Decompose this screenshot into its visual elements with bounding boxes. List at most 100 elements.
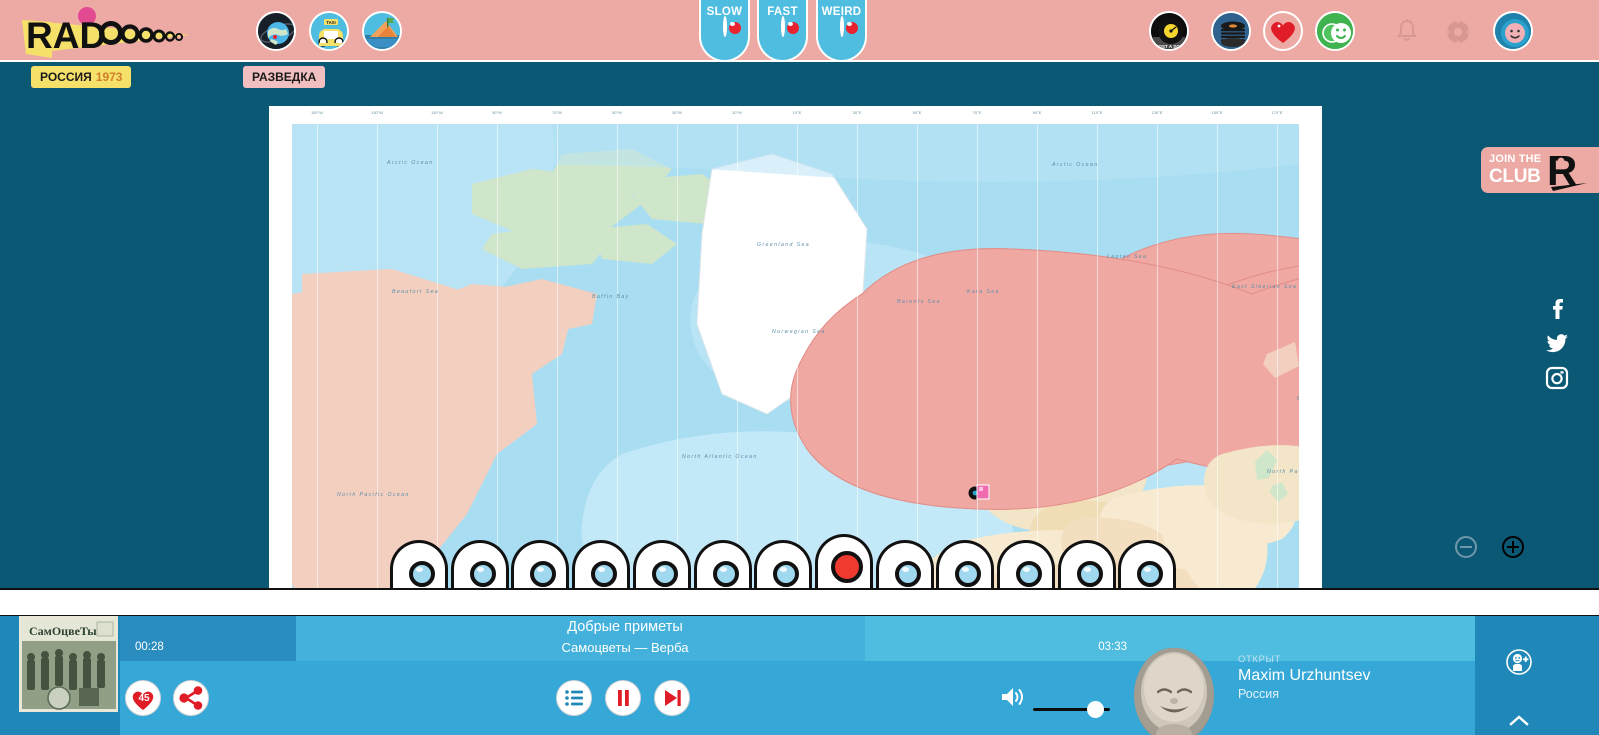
decade-indicator	[1076, 561, 1103, 587]
decade-indicator	[894, 561, 921, 587]
gear-icon[interactable]	[1442, 16, 1474, 48]
volume-knob[interactable]	[1086, 701, 1104, 718]
playlist-button[interactable]	[556, 680, 592, 716]
next-button[interactable]	[654, 680, 690, 716]
track-title: Добрые приметы	[567, 619, 683, 635]
time-total: 03:33	[1098, 641, 1127, 653]
taxi-icon[interactable]: TAXI	[309, 11, 349, 51]
map-longitude-tick: 50°W	[612, 110, 622, 115]
join-the-club-button[interactable]: JOIN THE CLUB R	[1481, 147, 1599, 193]
social-links	[1536, 292, 1599, 396]
add-friend-icon[interactable]	[1506, 649, 1532, 675]
time-current: 00:28	[135, 641, 164, 653]
decade-indicator	[409, 561, 435, 587]
filter-tag-country[interactable]: РОССИЯ 1973	[31, 66, 132, 88]
map-ocean-label: North Pacific Ocean	[1267, 469, 1299, 475]
progress-played	[120, 616, 297, 661]
map-ocean-label: East Siberian Sea	[1232, 284, 1298, 290]
heart-icon[interactable]	[1263, 11, 1303, 51]
map-ocean-label: North Atlantic Ocean	[682, 454, 758, 460]
map-longitude-tick: 110°W	[431, 110, 443, 115]
decade-indicator	[773, 561, 800, 587]
user-avatar-photo[interactable]	[1134, 648, 1214, 735]
join-club-line1: JOIN THE	[1489, 153, 1542, 165]
pause-button[interactable]	[605, 680, 641, 716]
map-longitude-tick: 10°E	[792, 110, 802, 115]
top-bar: RAD TAXI SLOW FAST WEIRD POST A SONG	[0, 0, 1599, 62]
map-longitude-tick: 70°W	[552, 110, 562, 115]
twitter-icon[interactable]	[1544, 330, 1570, 356]
decade-indicator	[1016, 561, 1042, 587]
map-geometry	[292, 124, 1299, 588]
svg-text:TAXI: TAXI	[326, 20, 335, 25]
map-canvas[interactable]: Arctic Ocean Arctic Ocean Beaufort Sea Baff…	[292, 124, 1299, 588]
map-ocean-label: Bering Sea	[1297, 396, 1299, 402]
radiooooo-r-logo: R	[1547, 147, 1593, 193]
decade-indicator	[469, 561, 496, 587]
map-ocean-label: Barents Sea	[897, 299, 941, 305]
svg-text:СамОцвеТы: СамОцвеТы	[29, 624, 97, 638]
mood-indicator-fast	[780, 16, 785, 37]
mood-button-weird[interactable]: WEIRD	[816, 0, 867, 62]
world-map[interactable]: Arctic Ocean Arctic Ocean Beaufort Sea Baff…	[269, 106, 1322, 588]
decade-indicator	[1137, 561, 1164, 587]
mood-button-slow[interactable]: SLOW	[699, 0, 750, 62]
map-ocean-label: Norwegian Sea	[772, 329, 826, 335]
map-longitude-tick: 30°E	[852, 110, 862, 115]
map-longitude-ticks: 150°W 130°W 110°W 90°W 70°W 50°W 30°W 10°W 10°E 3…	[292, 110, 1299, 122]
filter-tag-genre[interactable]: РАЗВЕДКА	[243, 66, 326, 88]
zoom-out-button[interactable]	[1455, 536, 1477, 558]
map-longitude-tick: 90°W	[492, 110, 502, 115]
filter-genre-label: РАЗВЕДКА	[252, 70, 317, 84]
facebook-icon[interactable]	[1544, 295, 1570, 321]
user-status: ОТКРЫТ	[1238, 654, 1281, 665]
decade-indicator	[651, 561, 678, 587]
map-longitude-tick: 110°E	[1091, 110, 1103, 115]
smiley-group-icon[interactable]	[1315, 11, 1355, 51]
track-artist: Самоцветы — Верба	[561, 640, 689, 655]
instagram-icon[interactable]	[1544, 365, 1570, 391]
volume-icon[interactable]	[1000, 685, 1026, 709]
radiooooo-logo[interactable]: RAD	[12, 2, 202, 60]
map-longitude-tick: 10°W	[732, 110, 742, 115]
album-art[interactable]: СамОцвеТы	[19, 616, 119, 712]
filter-country-label: РОССИЯ	[40, 70, 92, 84]
post-a-song-icon[interactable]: POST A SONG	[1149, 11, 1189, 51]
decade-indicator	[591, 561, 618, 587]
user-country: Россия	[1238, 687, 1279, 701]
map-longitude-tick: 50°E	[912, 110, 922, 115]
filter-country-year: 1973	[95, 70, 123, 84]
mood-button-fast[interactable]: FAST	[757, 0, 808, 62]
zoom-in-button[interactable]	[1502, 536, 1524, 558]
map-longitude-tick: 150°W	[310, 110, 324, 115]
like-button[interactable]: 45	[125, 680, 161, 716]
record-pin-marker[interactable]	[968, 484, 990, 501]
map-ocean-label: Arctic Ocean	[387, 160, 434, 166]
boat-icon[interactable]	[362, 11, 402, 51]
map-longitude-tick: 170°E	[1271, 110, 1283, 115]
map-longitude-tick: 130°E	[1151, 110, 1163, 115]
map-longitude-tick: 150°E	[1211, 110, 1223, 115]
map-longitude-tick: 70°E	[972, 110, 982, 115]
join-club-line2: CLUB	[1489, 166, 1541, 187]
user-avatar-icon[interactable]	[1493, 11, 1533, 51]
mood-indicator-weird	[839, 16, 844, 37]
map-ocean-label: Greenland Sea	[757, 242, 811, 248]
mood-indicator-slow	[722, 16, 727, 37]
share-button[interactable]	[173, 680, 209, 716]
player-bar: СамОцвеТы 00:28 03:33 Добрые приметы Сам…	[0, 588, 1599, 735]
map-ocean-label: Baffin Bay	[592, 294, 630, 300]
map-ocean-label: Laptev Sea	[1107, 254, 1148, 260]
svg-text:RAD: RAD	[26, 15, 106, 56]
map-ocean-label: North Pacific Ocean	[337, 492, 410, 498]
decade-indicator	[530, 561, 557, 587]
bell-icon[interactable]	[1392, 16, 1422, 46]
collapse-player-chevron-up-icon[interactable]	[1509, 714, 1529, 726]
decade-indicator	[955, 561, 982, 587]
map-longitude-tick: 30°W	[672, 110, 682, 115]
player-top-strip	[0, 588, 1599, 616]
map-longitude-tick: 130°W	[370, 110, 384, 115]
map-ocean-label: Beaufort Sea	[392, 289, 440, 295]
records-stack-icon[interactable]	[1211, 11, 1251, 51]
globe-icon[interactable]	[256, 11, 296, 51]
